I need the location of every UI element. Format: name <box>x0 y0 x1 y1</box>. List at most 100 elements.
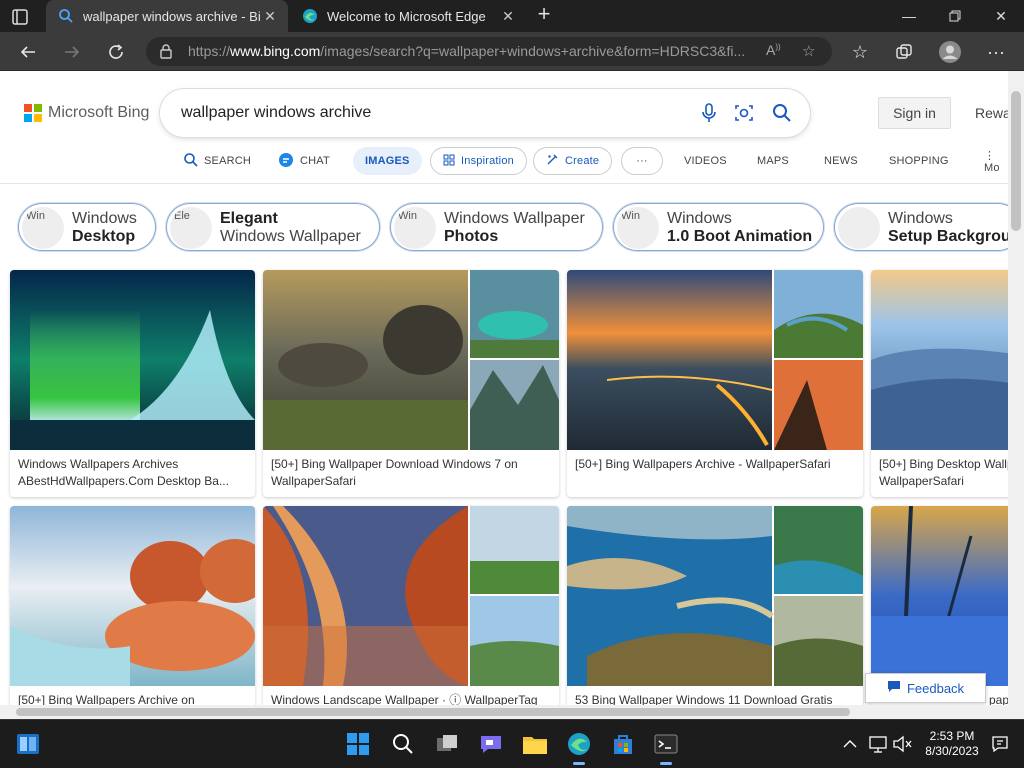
search-icon[interactable] <box>389 730 417 758</box>
close-icon[interactable]: ✕ <box>260 8 280 25</box>
tab-news[interactable]: NEWS <box>824 147 858 175</box>
image-result[interactable]: 53 Bing Wallpaper Windows 11 Download Gr… <box>567 506 863 705</box>
terminal-icon[interactable] <box>652 730 680 765</box>
chip-thumbnail: Ele <box>170 207 212 249</box>
windows-taskbar: 2:53 PM 8/30/2023 <box>0 719 1024 768</box>
create-icon <box>546 153 559 169</box>
sign-in-button[interactable]: Sign in <box>878 97 951 129</box>
close-window-icon[interactable]: ✕ <box>978 0 1024 32</box>
chip-thumbnail: Win <box>22 207 64 249</box>
tab-strip: wallpaper windows archive - Bing ✕ Welco… <box>0 0 1024 32</box>
create-button[interactable]: Create <box>533 147 613 175</box>
close-icon[interactable]: ✕ <box>498 8 518 25</box>
divider <box>0 183 1008 184</box>
search-query: wallpaper windows archive <box>181 104 372 121</box>
result-image <box>871 506 1008 686</box>
chip-thumbnail: Win <box>617 207 659 249</box>
related-search-chip[interactable]: Windows Setup Backgrour <box>833 202 1008 252</box>
rewards-link[interactable]: Rewa <box>975 105 1008 121</box>
settings-more-icon[interactable]: ··· <box>984 40 1008 64</box>
chat-icon <box>278 152 294 171</box>
collections-icon[interactable] <box>892 40 916 64</box>
visual-search-icon[interactable] <box>733 102 755 124</box>
lock-icon[interactable] <box>158 43 174 59</box>
notifications-icon[interactable] <box>986 730 1014 758</box>
result-image <box>871 270 1008 450</box>
inspiration-button[interactable]: Inspiration <box>430 147 527 175</box>
image-result[interactable]: [50+] Bing Wallpaper Download Windows 7 … <box>263 270 559 497</box>
horizontal-scrollbar[interactable] <box>0 705 1024 719</box>
result-image <box>567 270 863 450</box>
browser-toolbar: https://www.bing.com/images/search?q=wal… <box>0 32 1024 71</box>
result-image <box>567 506 863 686</box>
image-result[interactable]: [50+] Bing Desktop Wallp WallpaperSafari <box>871 270 1008 497</box>
search-input[interactable]: wallpaper windows archive <box>160 89 810 137</box>
favorites-icon[interactable]: ☆ <box>848 40 872 64</box>
edge-icon[interactable] <box>565 730 593 765</box>
inspiration-icon <box>443 154 455 169</box>
task-view-icon[interactable] <box>433 730 461 758</box>
image-result[interactable]: Windows Landscape Wallpaper · ⓘ Wallpape… <box>263 506 559 705</box>
new-tab-icon[interactable]: + <box>534 3 554 25</box>
tab-images[interactable]: IMAGES <box>353 147 422 175</box>
widgets-icon[interactable] <box>14 730 42 758</box>
tab-bing[interactable]: wallpaper windows archive - Bing ✕ <box>46 0 288 32</box>
profile-avatar-icon[interactable] <box>938 40 962 64</box>
image-result[interactable]: [50+] Bing Wallpapers Archive - Wallpape… <box>567 270 863 497</box>
bing-scope-nav: SEARCH CHAT IMAGES Inspiration Create ··… <box>0 147 1008 181</box>
forward-icon[interactable] <box>60 40 84 64</box>
chat-icon[interactable] <box>477 730 505 758</box>
feedback-icon <box>887 680 901 696</box>
image-result[interactable]: [50+] Bing Wallpapers Archive on <box>10 506 255 705</box>
start-icon[interactable] <box>344 730 372 758</box>
feedback-button[interactable]: Feedback <box>865 673 986 703</box>
file-explorer-icon[interactable] <box>521 730 549 758</box>
result-image <box>10 506 255 686</box>
scrollbar-thumb[interactable] <box>16 708 850 716</box>
result-image <box>263 506 559 686</box>
store-icon[interactable] <box>609 730 637 758</box>
vertical-scrollbar[interactable] <box>1008 71 1024 705</box>
chip-thumbnail: Win <box>394 207 436 249</box>
image-result[interactable]: Windows Wallpapers Archives ABestHdWallp… <box>10 270 255 497</box>
url-text: https://www.bing.com/images/search?q=wal… <box>188 43 746 59</box>
refresh-icon[interactable] <box>104 40 128 64</box>
search-icon[interactable] <box>771 102 793 124</box>
tab-chat[interactable]: CHAT <box>278 147 330 175</box>
related-search-chip[interactable]: Win Windows Wallpaper Photos <box>389 202 604 252</box>
bing-logo[interactable]: Microsoft Bing <box>24 104 149 122</box>
volume-muted-icon[interactable] <box>888 730 916 758</box>
address-bar[interactable]: https://www.bing.com/images/search?q=wal… <box>146 37 832 66</box>
tab-shopping[interactable]: SHOPPING <box>889 147 949 175</box>
tab-title: Welcome to Microsoft Edge <box>327 8 486 24</box>
tab-search[interactable]: SEARCH <box>184 147 251 175</box>
chevron-up-icon[interactable] <box>836 730 864 758</box>
minimize-icon[interactable]: — <box>886 0 932 32</box>
tab-title: wallpaper windows archive - Bing <box>83 8 260 24</box>
related-search-chip[interactable]: Win Windows Desktop <box>17 202 157 252</box>
more-options-button[interactable]: ··· <box>621 147 663 175</box>
chip-thumbnail <box>838 207 880 249</box>
back-icon[interactable] <box>16 40 40 64</box>
microphone-icon[interactable] <box>698 102 720 124</box>
search-icon <box>58 8 74 24</box>
logo-text: Microsoft Bing <box>48 104 150 121</box>
scrollbar-thumb[interactable] <box>1011 91 1021 231</box>
related-search-chip[interactable]: Win Windows 1.0 Boot Animation <box>612 202 825 252</box>
tab-welcome-edge[interactable]: Welcome to Microsoft Edge ✕ <box>290 0 526 32</box>
tab-maps[interactable]: MAPS <box>757 147 789 175</box>
tab-more[interactable]: ⋮ Mo <box>984 147 1008 175</box>
related-search-chip[interactable]: Ele Elegant Windows Wallpaper <box>165 202 381 252</box>
result-image <box>10 270 255 450</box>
add-favorite-icon[interactable]: ☆ <box>802 42 815 60</box>
edge-icon <box>302 8 318 24</box>
read-aloud-icon[interactable]: A)) <box>766 42 781 58</box>
tab-videos[interactable]: VIDEOS <box>684 147 727 175</box>
clock[interactable]: 2:53 PM 8/30/2023 <box>920 729 984 759</box>
bing-images-page: Microsoft Bing wallpaper windows archive… <box>0 71 1008 705</box>
microsoft-logo-icon <box>24 104 42 122</box>
search-icon <box>184 152 198 170</box>
clock-date: 8/30/2023 <box>925 744 979 758</box>
tab-actions-icon[interactable] <box>10 7 30 27</box>
restore-icon[interactable] <box>932 0 978 32</box>
